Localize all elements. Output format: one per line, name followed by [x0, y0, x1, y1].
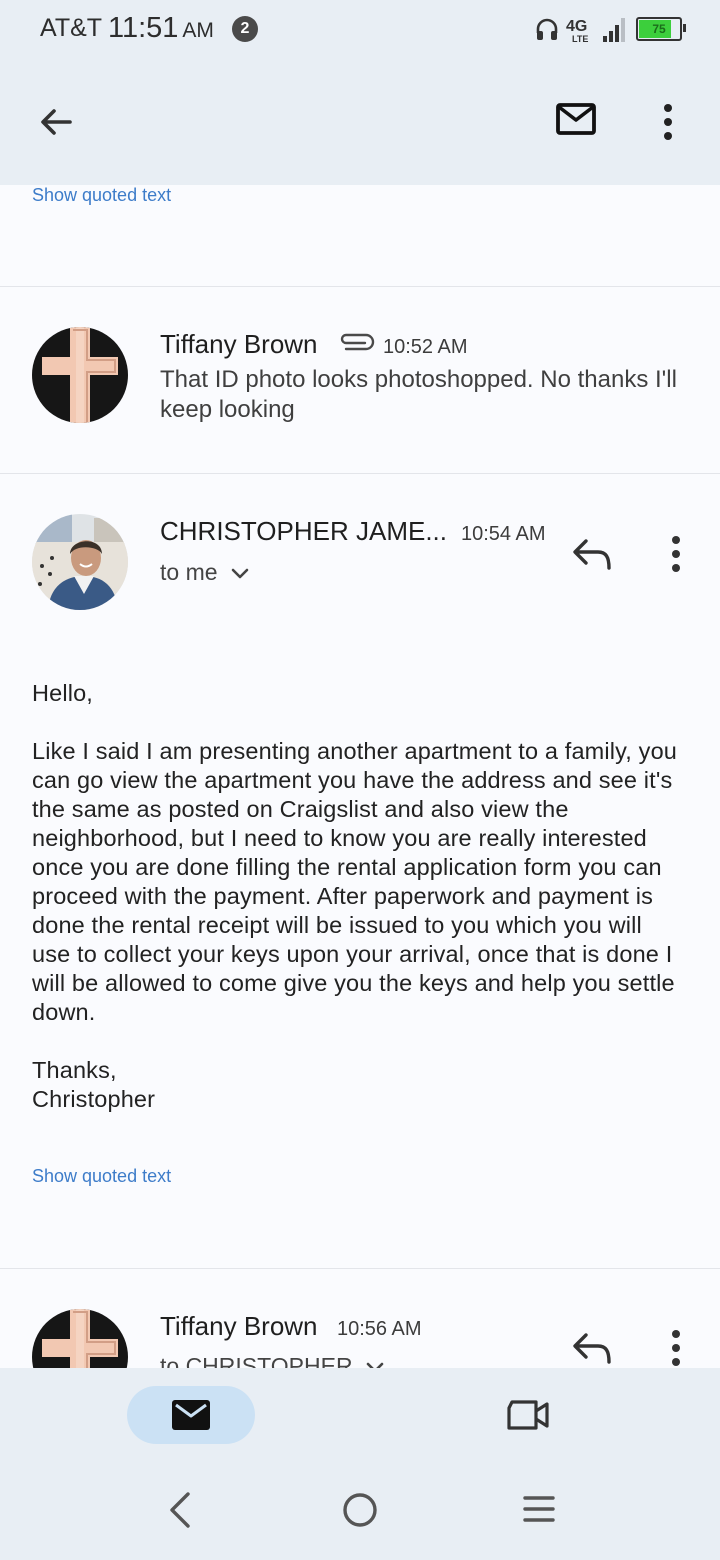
- cross-avatar: [32, 327, 128, 423]
- svg-text:LTE: LTE: [572, 34, 588, 44]
- notification-count-badge: 2: [232, 16, 258, 42]
- message-time: 10:54 AM: [461, 523, 546, 545]
- clock: 11:51 AM: [108, 12, 214, 45]
- recipient-details-toggle[interactable]: to me: [160, 559, 252, 586]
- message-signature: Christopher: [32, 1086, 156, 1112]
- cross-avatar: [32, 1309, 128, 1368]
- signal-strength-icon: [603, 18, 625, 42]
- message-divider: [0, 473, 720, 474]
- chevron-down-icon: [231, 568, 248, 578]
- message-paragraph: Like I said I am presenting another apar…: [32, 738, 678, 1025]
- mail-icon[interactable]: [170, 1398, 212, 1432]
- reply-icon[interactable]: [570, 1329, 614, 1367]
- more-vertical-icon[interactable]: [656, 534, 696, 574]
- home-circle-icon[interactable]: [340, 1490, 380, 1530]
- more-vertical-icon[interactable]: [648, 98, 688, 148]
- message-divider: [0, 286, 720, 287]
- recipient-label: to CHRISTOPHER: [160, 1353, 353, 1368]
- menu-lines-icon[interactable]: [522, 1494, 556, 1524]
- arrow-left-icon[interactable]: [30, 96, 82, 148]
- bottom-navigation: [0, 1368, 720, 1560]
- message-body: Hello, Like I said I am presenting anoth…: [32, 679, 682, 1114]
- attachment-icon: [340, 333, 375, 351]
- show-quoted-text-link[interactable]: Show quoted text: [32, 185, 171, 206]
- network-4g-lte-icon: 4G LTE: [566, 18, 588, 44]
- headphones-icon: [536, 18, 558, 40]
- sender-name: CHRISTOPHER JAME...: [160, 516, 448, 546]
- status-icons: 4G LTE 75: [534, 14, 686, 44]
- battery-icon: 75: [636, 17, 686, 41]
- top-app-bar: [0, 60, 720, 185]
- recipient-label: to me: [160, 559, 218, 585]
- battery-level: 75: [652, 22, 666, 36]
- sender-name: Tiffany Brown: [160, 329, 318, 359]
- cross-icon: [32, 327, 128, 423]
- clock-time: 11:51: [108, 12, 179, 44]
- message-greeting: Hello,: [32, 680, 93, 706]
- conversation-thread: Show quoted text Tiffany Brown 10:52 AM …: [0, 185, 720, 1368]
- chevron-down-icon: [366, 1362, 383, 1368]
- svg-text:4G: 4G: [566, 18, 587, 35]
- message-snippet: That ID photo looks photoshopped. No tha…: [160, 366, 677, 423]
- status-bar: AT&T 11:51 AM 2 4G LTE 75: [0, 0, 720, 60]
- carrier-label: AT&T: [40, 14, 103, 42]
- clock-ampm: AM: [182, 19, 214, 42]
- reply-icon[interactable]: [570, 535, 614, 573]
- sender-name: Tiffany Brown: [160, 1311, 318, 1341]
- message-signoff: Thanks,: [32, 1057, 117, 1083]
- message-time: 10:52 AM: [383, 336, 468, 358]
- recipient-details-toggle[interactable]: to CHRISTOPHER: [160, 1353, 387, 1368]
- profile-photo: [32, 514, 128, 610]
- message-time: 10:56 AM: [337, 1318, 422, 1340]
- video-camera-icon[interactable]: [506, 1398, 550, 1432]
- man-photo-avatar: [32, 514, 128, 610]
- cross-icon: [32, 1309, 128, 1368]
- more-vertical-icon[interactable]: [656, 1328, 696, 1368]
- mail-icon[interactable]: [550, 98, 602, 142]
- back-chevron-icon[interactable]: [166, 1490, 194, 1530]
- show-quoted-text-link[interactable]: Show quoted text: [32, 1166, 171, 1187]
- message-divider: [0, 1268, 720, 1269]
